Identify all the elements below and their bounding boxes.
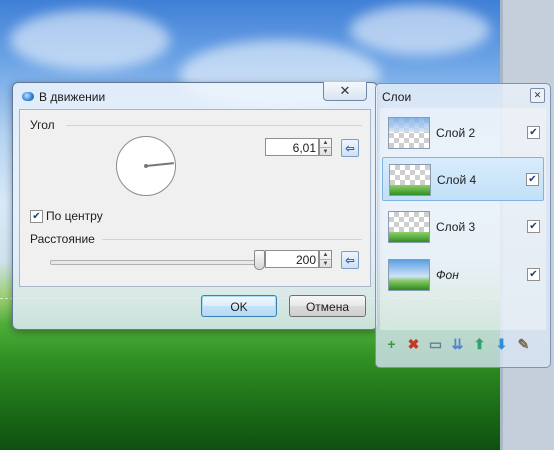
layer-thumbnail — [388, 211, 430, 243]
dialog-body: Угол 6,01 ▲ ▼ ⇦ ✔ По центру Расстояние 2… — [19, 109, 371, 287]
move-down-icon[interactable]: ⬇ — [492, 335, 511, 353]
distance-label: Расстояние — [30, 232, 95, 246]
distance-slider-thumb[interactable] — [254, 250, 265, 270]
check-icon: ✔ — [529, 221, 538, 232]
add-layer-icon[interactable]: + — [382, 335, 401, 353]
layer-visibility-checkbox[interactable]: ✔ — [527, 268, 540, 281]
group-divider — [66, 125, 362, 126]
duplicate-layer-icon[interactable]: ▭ — [426, 335, 445, 353]
layer-item[interactable]: Слой 2 ✔ — [382, 111, 544, 155]
layer-thumbnail — [388, 117, 430, 149]
close-icon: ✕ — [339, 83, 351, 98]
centered-checkbox[interactable]: ✔ — [30, 210, 43, 223]
distance-input[interactable]: 200 — [265, 250, 319, 268]
layer-name: Слой 4 — [437, 173, 477, 187]
layer-thumbnail — [388, 259, 430, 291]
check-icon: ✔ — [528, 174, 537, 185]
layer-visibility-checkbox[interactable]: ✔ — [527, 220, 540, 233]
layers-toolbar: + ✖ ▭ ⇊ ⬆ ⬇ ✎ — [382, 335, 533, 353]
angle-input[interactable]: 6,01 — [265, 138, 319, 156]
properties-icon[interactable]: ✎ — [514, 335, 533, 353]
reset-arrow-icon: ⇦ — [345, 254, 355, 267]
spin-up-icon[interactable]: ▲ — [320, 251, 331, 260]
ok-button[interactable]: OK — [201, 295, 277, 317]
layer-visibility-checkbox[interactable]: ✔ — [526, 173, 539, 186]
spin-down-icon[interactable]: ▼ — [320, 148, 331, 156]
check-icon: ✔ — [32, 211, 41, 222]
angle-dial-hand — [145, 162, 174, 167]
layer-item-selected[interactable]: Слой 4 ✔ — [382, 157, 544, 201]
delete-layer-icon[interactable]: ✖ — [404, 335, 423, 353]
check-icon: ✔ — [529, 269, 538, 280]
spin-up-icon[interactable]: ▲ — [320, 139, 331, 148]
layer-item[interactable]: Слой 3 ✔ — [382, 205, 544, 249]
layer-name: Фон — [436, 268, 459, 282]
cloud — [10, 10, 170, 70]
angle-dial-center — [144, 164, 148, 168]
distance-slider-track[interactable] — [50, 260, 266, 265]
angle-spinner[interactable]: ▲ ▼ — [319, 138, 332, 156]
spin-down-icon[interactable]: ▼ — [320, 260, 331, 268]
distance-spinner[interactable]: ▲ ▼ — [319, 250, 332, 268]
layer-item[interactable]: Фон ✔ — [382, 253, 544, 297]
layer-name: Слой 2 — [436, 126, 476, 140]
layers-close-button[interactable]: ✕ — [530, 88, 545, 103]
cancel-button[interactable]: Отмена — [289, 295, 366, 317]
reset-arrow-icon: ⇦ — [345, 142, 355, 155]
merge-down-icon[interactable]: ⇊ — [448, 335, 467, 353]
angle-label: Угол — [30, 118, 55, 132]
layers-panel: Слои ✕ Слой 2 ✔ Слой 4 ✔ Слой 3 ✔ Фон ✔ … — [375, 83, 551, 368]
layer-visibility-checkbox[interactable]: ✔ — [527, 126, 540, 139]
cloud — [350, 5, 490, 55]
effect-icon — [22, 92, 34, 101]
group-divider — [102, 239, 362, 240]
motion-blur-dialog: В движении ✕ Угол 6,01 ▲ ▼ ⇦ ✔ По центру… — [12, 82, 378, 330]
layers-title: Слои — [382, 90, 412, 104]
angle-dial[interactable] — [116, 136, 176, 196]
layer-list: Слой 2 ✔ Слой 4 ✔ Слой 3 ✔ Фон ✔ — [380, 108, 546, 330]
dialog-title: В движении — [39, 90, 106, 104]
close-button[interactable]: ✕ — [323, 82, 367, 101]
close-icon: ✕ — [533, 90, 542, 100]
check-icon: ✔ — [529, 127, 538, 138]
centered-label: По центру — [46, 209, 103, 223]
angle-reset-button[interactable]: ⇦ — [341, 139, 359, 157]
layer-thumbnail — [389, 164, 431, 196]
layer-name: Слой 3 — [436, 220, 476, 234]
move-up-icon[interactable]: ⬆ — [470, 335, 489, 353]
distance-reset-button[interactable]: ⇦ — [341, 251, 359, 269]
